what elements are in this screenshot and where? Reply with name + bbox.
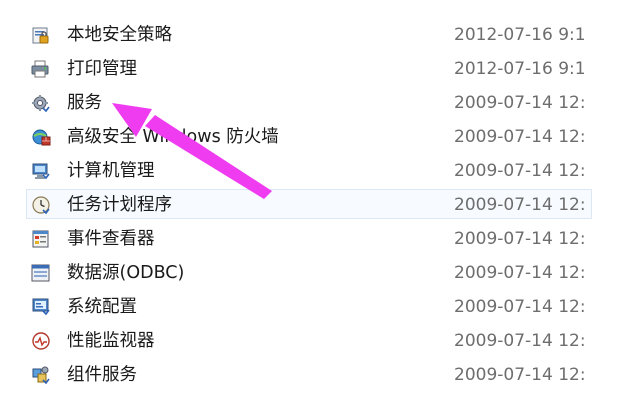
list-item[interactable]: 本地安全策略 2012-07-16 9:1	[26, 19, 592, 49]
list-item[interactable]: 系统配置 2009-07-14 12:	[26, 291, 592, 321]
list-item-selected[interactable]: 任务计划程序 2009-07-14 12:	[26, 189, 592, 219]
list-item-name: 数据源(ODBC)	[67, 263, 185, 283]
list-item[interactable]: 事件查看器 2009-07-14 12:	[26, 223, 592, 253]
list-item-name: 系统配置	[67, 297, 137, 317]
list-item-name: 事件查看器	[67, 229, 155, 249]
list-item-date: 2009-07-14 12:	[454, 297, 586, 317]
performance-monitor-icon	[32, 332, 50, 350]
event-viewer-icon	[32, 230, 49, 248]
list-item-date: 2009-07-14 12:	[454, 161, 586, 181]
list-item[interactable]: 组件服务 2009-07-14 12:	[26, 359, 592, 389]
file-list: 本地安全策略 2012-07-16 9:1 打印管理 2012-07-16 9:…	[0, 0, 592, 404]
local-security-policy-icon	[32, 27, 49, 44]
services-gear-icon	[32, 95, 50, 113]
task-scheduler-clock-icon	[32, 196, 50, 215]
list-item-date: 2009-07-14 12:	[454, 365, 586, 385]
list-item-date: 2012-07-16 9:1	[454, 59, 586, 79]
list-item[interactable]: 打印管理 2012-07-16 9:1	[26, 53, 592, 83]
component-services-icon	[32, 366, 50, 385]
odbc-data-source-icon	[31, 264, 50, 282]
list-item[interactable]: 服务 2009-07-14 12:	[26, 87, 592, 117]
list-item-date: 2009-07-14 12:	[454, 331, 586, 351]
list-item[interactable]: 性能监视器 2009-07-14 12:	[26, 325, 592, 355]
list-item-date: 2009-07-14 12:	[454, 93, 586, 113]
list-item-date: 2009-07-14 12:	[454, 229, 586, 249]
list-item-name: 组件服务	[67, 365, 137, 385]
system-configuration-icon	[32, 298, 50, 316]
list-item-date: 2009-07-14 12:	[454, 263, 586, 283]
list-item-date: 2009-07-14 12:	[454, 195, 586, 215]
list-item-name: 高级安全 Windows 防火墙	[67, 127, 279, 147]
list-item-date: 2009-07-14 12:	[454, 127, 586, 147]
right-edge-crop	[592, 0, 618, 404]
computer-management-icon	[32, 163, 50, 180]
list-item-name: 性能监视器	[67, 331, 155, 351]
list-item[interactable]: 数据源(ODBC) 2009-07-14 12:	[26, 257, 592, 287]
list-item[interactable]: 计算机管理 2009-07-14 12:	[26, 155, 592, 185]
print-management-icon	[31, 60, 49, 78]
list-item-name: 本地安全策略	[67, 25, 172, 45]
firewall-icon	[32, 129, 51, 146]
list-item-name: 服务	[67, 93, 102, 113]
list-item[interactable]: 高级安全 Windows 防火墙 2009-07-14 12:	[26, 121, 592, 151]
list-item-name: 任务计划程序	[67, 195, 172, 215]
list-item-name: 打印管理	[67, 59, 137, 79]
list-item-date: 2012-07-16 9:1	[454, 25, 586, 45]
list-item-name: 计算机管理	[67, 161, 155, 181]
